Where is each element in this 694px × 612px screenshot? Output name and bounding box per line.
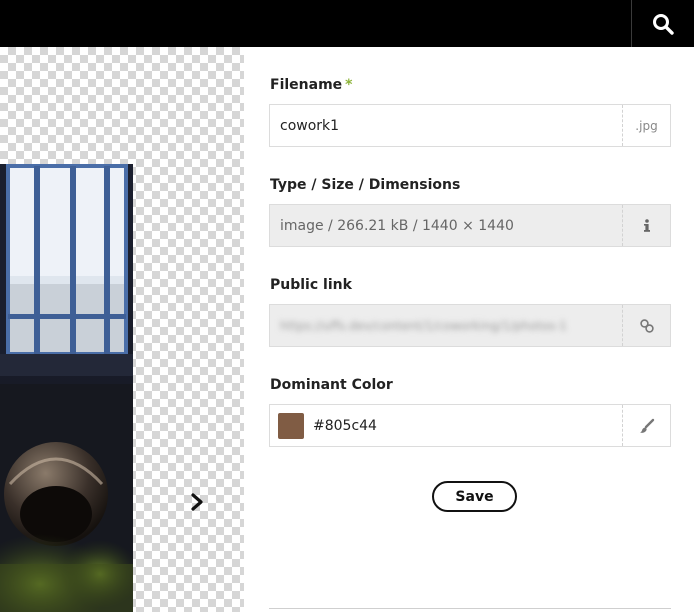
filename-label: Filename * — [270, 77, 352, 93]
dominant-color-value: #805c44 — [313, 417, 377, 434]
type-size-field: image / 266.21 kB / 1440 × 1440 — [269, 204, 671, 247]
info-icon — [643, 218, 650, 232]
paintbrush-icon — [639, 418, 654, 433]
save-button[interactable]: Save — [432, 481, 517, 512]
image-preview — [0, 47, 244, 612]
public-link-label: Public link — [270, 277, 352, 293]
filename-field: .jpg — [269, 104, 671, 147]
divider — [269, 608, 671, 609]
next-image-button[interactable] — [186, 489, 208, 515]
type-size-value: image / 266.21 kB / 1440 × 1440 — [280, 217, 514, 234]
link-icon — [639, 318, 654, 333]
required-marker: * — [345, 77, 353, 93]
filename-input[interactable] — [270, 105, 622, 146]
copy-link-button[interactable] — [622, 305, 670, 346]
color-swatch[interactable] — [278, 412, 304, 439]
search-icon — [653, 13, 674, 35]
top-bar — [0, 0, 694, 47]
public-link-field: https://uffs.dev/content/1/coworking/1/p… — [269, 304, 671, 347]
dominant-color-field: #805c44 — [269, 404, 671, 447]
search-button[interactable] — [631, 0, 694, 47]
dominant-color-label: Dominant Color — [270, 377, 393, 393]
chevron-right-icon — [191, 493, 203, 511]
file-details-panel: Filename* .jpg Type / Size / Dimensions … — [244, 47, 694, 612]
filename-label-text: Filename — [270, 77, 343, 93]
pick-color-button[interactable] — [622, 405, 670, 446]
info-button[interactable] — [622, 205, 670, 246]
type-size-label: Type / Size / Dimensions — [270, 177, 461, 193]
public-link-value[interactable]: https://uffs.dev/content/1/coworking/1/p… — [270, 319, 622, 333]
preview-image — [0, 164, 133, 612]
extension-addon: .jpg — [622, 105, 670, 146]
